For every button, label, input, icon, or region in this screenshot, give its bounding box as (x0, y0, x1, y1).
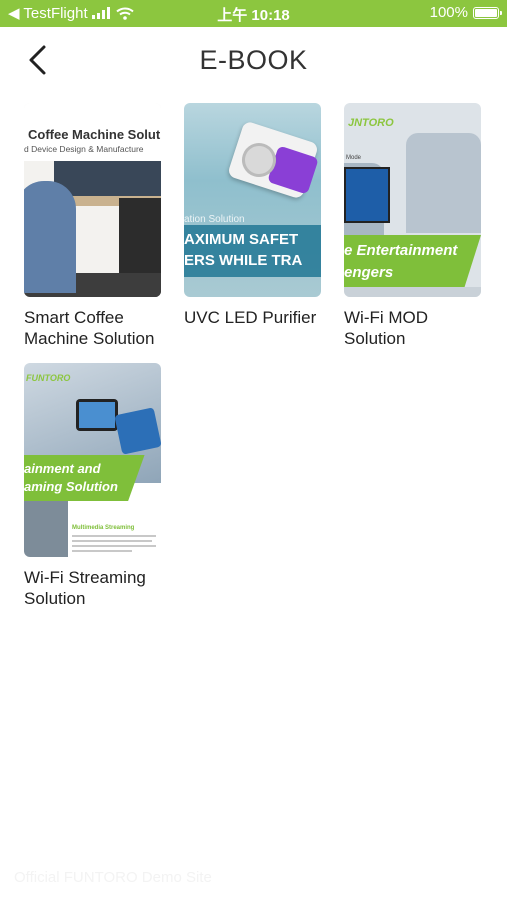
cover-headline-2: aming Solution (24, 479, 118, 494)
phone-image (114, 407, 161, 455)
ebook-item-wifi-mod[interactable]: JNTORO Mode e Entertainment engers Wi-Fi… (344, 103, 484, 349)
ebook-item-uvc-led[interactable]: ation Solution AXIMUM SAFET ERS WHILE TR… (184, 103, 324, 328)
status-bar: ◀ TestFlight 上午 10:18 100% (0, 0, 507, 27)
cover-caption: Mode (346, 155, 362, 161)
cover-brand: JNTORO (348, 117, 394, 129)
cover-subheadline: d Device Design & Manufacture (24, 144, 144, 154)
ebook-cover[interactable]: FUNTORO ainment and aming Solution Multi… (24, 363, 161, 557)
cover-headline-2: engers (344, 264, 394, 281)
ebook-title[interactable]: Smart Coffee Machine Solution (24, 307, 164, 349)
navigation-header: E-BOOK (0, 27, 507, 97)
page-title: E-BOOK (199, 45, 308, 75)
cover-section-title: Multimedia Streaming (72, 525, 135, 531)
battery-level (475, 8, 497, 17)
battery-icon (473, 6, 502, 19)
cover-brand: FUNTORO (26, 373, 71, 383)
cover-headline-1: e Entertainment (344, 242, 458, 259)
cover-headline: Coffee Machine Solut (28, 127, 161, 142)
tablet-image (79, 402, 115, 428)
ebook-title[interactable]: Wi-Fi Streaming Solution (24, 567, 164, 609)
ebook-item-smart-coffee[interactable]: Coffee Machine Solut d Device Design & M… (24, 103, 164, 349)
ebook-item-wifi-streaming[interactable]: FUNTORO ainment and aming Solution Multi… (24, 363, 164, 609)
ebook-cover[interactable]: Coffee Machine Solut d Device Design & M… (24, 103, 161, 297)
footer-watermark: Official FUNTORO Demo Site (14, 869, 212, 886)
ebook-title[interactable]: Wi-Fi MOD Solution (344, 307, 484, 349)
ebook-cover[interactable]: ation Solution AXIMUM SAFET ERS WHILE TR… (184, 103, 321, 297)
seatback-screen-image (344, 167, 390, 223)
cover-subheadline: ation Solution (184, 214, 245, 225)
battery-percent: 100% (429, 4, 468, 21)
cover-headline-1: AXIMUM SAFET (184, 231, 299, 248)
ebook-cover[interactable]: JNTORO Mode e Entertainment engers (344, 103, 481, 297)
cover-headline-1: ainment and (24, 461, 101, 476)
person-image (24, 181, 76, 293)
ebook-title[interactable]: UVC LED Purifier (184, 307, 324, 328)
cover-headline-2: ERS WHILE TRA (184, 252, 303, 269)
